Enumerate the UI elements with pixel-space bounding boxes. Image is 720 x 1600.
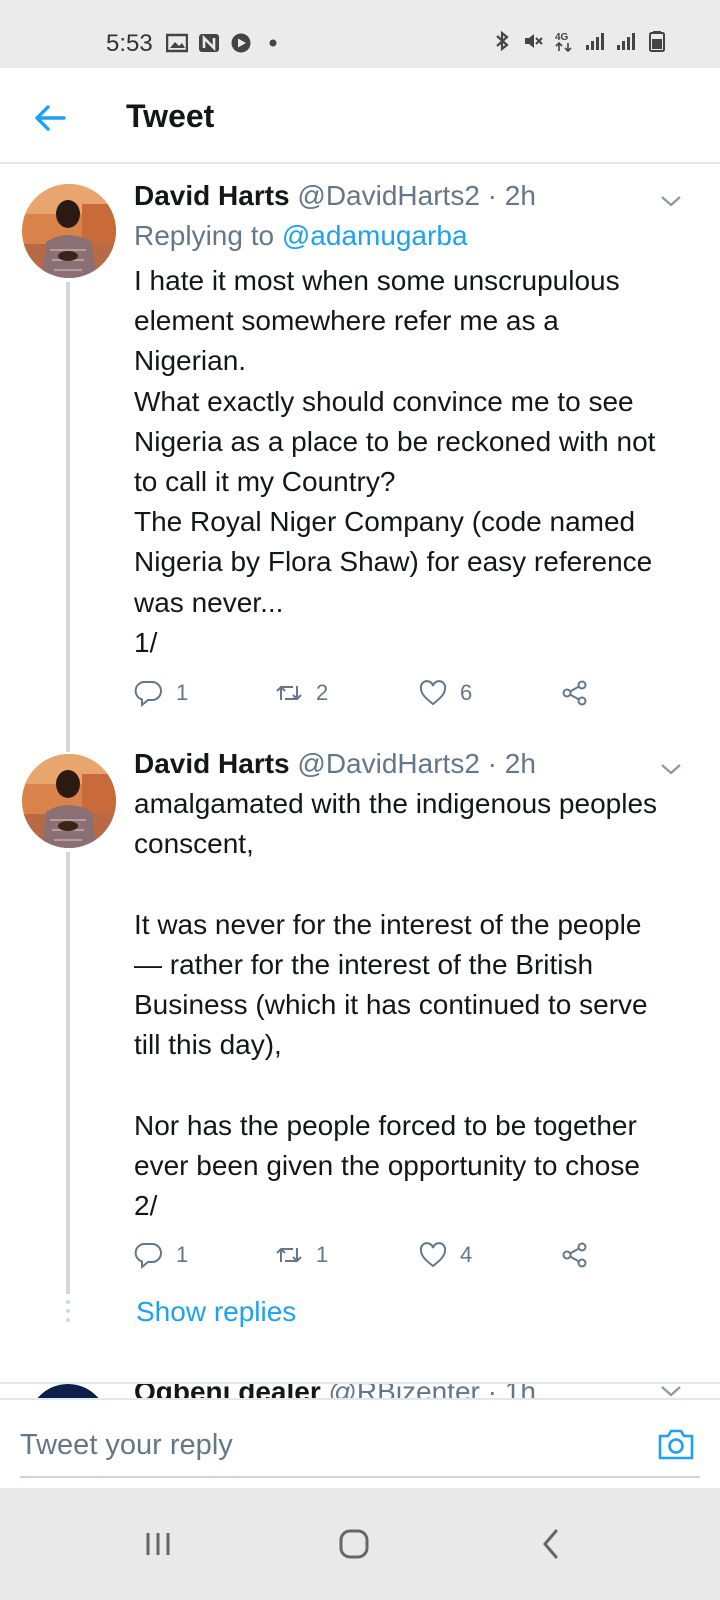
- signal-icon: [617, 33, 635, 50]
- tweet-actions: 1 2 6: [134, 678, 614, 718]
- tweet-actions: 1 1 4: [134, 1240, 614, 1280]
- author-name[interactable]: David Harts: [134, 180, 290, 211]
- retweet-count: 2: [316, 680, 329, 705]
- status-time: 5:53: [106, 30, 153, 57]
- tweet-1[interactable]: David Harts @DavidHarts2 · 2h Replying t…: [0, 166, 720, 752]
- avatar-photo: [22, 754, 116, 848]
- tweet-text: amalgamated with the indigenous peoples …: [134, 788, 658, 1222]
- tweet-time: 1h: [505, 1384, 536, 1398]
- thread-continuation-dots: [66, 1300, 70, 1327]
- signal-icon: [586, 33, 604, 50]
- tweet-header: David Harts @DavidHarts2 · 2h: [134, 748, 536, 779]
- system-nav-bar: [0, 1488, 720, 1600]
- status-bar: 5:53 4G: [0, 0, 720, 68]
- bluetooth-icon: [496, 30, 509, 52]
- tweet-time: 2h: [504, 180, 536, 211]
- share-icon: [562, 1242, 587, 1268]
- avatar[interactable]: [22, 184, 116, 278]
- retweet-count: 1: [316, 1242, 329, 1267]
- reply-input[interactable]: [20, 1420, 620, 1470]
- retweet-button[interactable]: 2: [274, 678, 328, 708]
- author-handle[interactable]: @DavidHarts2: [297, 748, 479, 779]
- retweet-icon: [276, 686, 302, 700]
- thread-line: [66, 282, 70, 752]
- recent-apps-icon[interactable]: [136, 1522, 180, 1566]
- mention-link[interactable]: @adamugarba: [282, 220, 468, 251]
- camera-icon[interactable]: [656, 1424, 696, 1464]
- heart-icon: [419, 680, 447, 706]
- tweet-header: Ogbeni dealer @RBizenter · 1h: [134, 1384, 704, 1398]
- author-handle[interactable]: @RBizenter: [329, 1384, 480, 1398]
- home-icon[interactable]: [332, 1522, 376, 1566]
- dot-icon: [269, 39, 277, 47]
- svg-text:4G: 4G: [555, 32, 569, 43]
- like-button[interactable]: 4: [418, 1240, 472, 1270]
- page-title: Tweet: [126, 98, 215, 134]
- reply-button[interactable]: 1: [134, 1240, 188, 1270]
- replying-to: Replying to @adamugarba: [134, 220, 468, 251]
- reply-icon: [134, 1242, 162, 1270]
- tweet-text: I hate it most when some unscrupulous el…: [134, 265, 656, 658]
- top-app-bar: Tweet: [0, 68, 720, 164]
- reply-composer: [0, 1398, 720, 1488]
- reply-count: 1: [176, 1242, 189, 1267]
- record-icon: [231, 33, 251, 53]
- author-name[interactable]: David Harts: [134, 748, 290, 779]
- mute-icon: [525, 34, 543, 48]
- reply-button[interactable]: 1: [134, 678, 188, 708]
- avatar-photo: [22, 184, 116, 278]
- reply-icon: [134, 680, 162, 708]
- back-icon[interactable]: [530, 1522, 574, 1566]
- n-icon: [199, 34, 219, 52]
- show-replies-link[interactable]: Show replies: [136, 1296, 296, 1328]
- tweet-3[interactable]: Ogbeni dealer @RBizenter · 1h: [0, 1384, 720, 1398]
- tweet-header: David Harts @DavidHarts2 · 2h: [134, 180, 536, 211]
- image-icon: [166, 33, 188, 53]
- author-name[interactable]: Ogbeni dealer: [134, 1384, 321, 1398]
- chevron-down-icon[interactable]: [658, 1384, 684, 1398]
- reply-count: 1: [176, 680, 189, 705]
- thread-line: [66, 852, 70, 1294]
- reply-underline: [20, 1476, 700, 1478]
- avatar[interactable]: [22, 754, 116, 848]
- retweet-button[interactable]: 1: [274, 1240, 328, 1270]
- share-icon: [562, 680, 587, 706]
- tweet-time: 2h: [504, 748, 536, 779]
- 4g-icon: 4G: [555, 32, 572, 52]
- like-button[interactable]: 6: [418, 678, 472, 708]
- avatar[interactable]: [28, 1384, 108, 1398]
- battery-icon: [649, 31, 665, 52]
- share-button[interactable]: [560, 1240, 590, 1270]
- tweet-2[interactable]: David Harts @DavidHarts2 · 2h amalgamate…: [0, 748, 720, 1356]
- like-count: 4: [460, 1242, 473, 1267]
- back-arrow-icon[interactable]: [28, 96, 72, 140]
- heart-icon: [419, 1242, 447, 1268]
- author-handle[interactable]: @DavidHarts2: [297, 180, 479, 211]
- share-button[interactable]: [560, 678, 590, 708]
- like-count: 6: [460, 680, 473, 705]
- retweet-icon: [276, 1248, 302, 1262]
